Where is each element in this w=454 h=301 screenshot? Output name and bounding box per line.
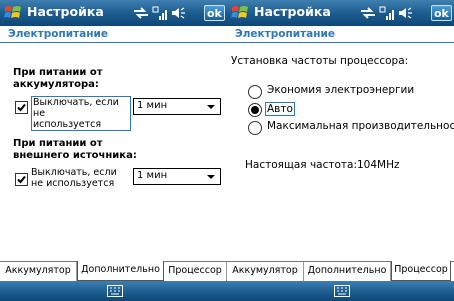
radio-power-saving[interactable] <box>248 85 262 99</box>
current-frequency: Настоящая частота:104MHz <box>245 159 400 171</box>
windows-start-icon[interactable] <box>230 3 250 23</box>
radio-max-performance[interactable] <box>248 121 262 135</box>
dropdown-arrow-icon <box>207 175 215 179</box>
battery-timeout-select[interactable]: 1 мин <box>133 98 221 115</box>
radio-max-performance-label[interactable]: Максимальная производительность <box>267 120 454 132</box>
external-off-label-line1: Выключать, если <box>31 167 117 178</box>
external-heading-line1: При питании от <box>13 138 103 149</box>
external-off-label[interactable]: Выключать, если не используется <box>31 167 131 189</box>
dropdown-arrow-icon <box>207 105 215 109</box>
signal-strength-icon[interactable] <box>379 5 395 21</box>
ok-button[interactable]: ok <box>431 5 452 21</box>
cpu-frequency-label: Установка частоты процессора: <box>231 55 409 67</box>
tab-advanced[interactable]: Дополнительно <box>77 261 164 281</box>
page-header: Электропитание <box>227 26 454 43</box>
tab-bar: Аккумулятор Дополнительно Процессор <box>0 261 227 281</box>
screen-power-processor: Настройка ok Электропитание Установка ча… <box>227 0 454 301</box>
page-title: Электропитание <box>235 28 335 40</box>
volume-icon[interactable] <box>397 5 413 21</box>
header-divider <box>0 42 227 43</box>
screen-power-advanced: Настройка ok Электропитание При питании … <box>0 0 227 301</box>
radio-auto-label[interactable]: Авто <box>265 102 295 116</box>
tab-battery[interactable]: Аккумулятор <box>227 262 304 281</box>
battery-off-label[interactable]: Выключать, если не используется <box>31 96 131 131</box>
window-title: Настройка <box>27 4 104 19</box>
battery-off-label-line1: Выключать, если не <box>33 97 119 119</box>
tab-battery[interactable]: Аккумулятор <box>0 262 77 281</box>
external-off-label-line2: не используется <box>31 178 115 189</box>
battery-heading-line2: аккумулятора: <box>13 79 99 90</box>
header-divider <box>227 42 454 43</box>
tab-advanced[interactable]: Дополнительно <box>304 262 391 281</box>
battery-off-checkbox[interactable] <box>15 101 28 114</box>
radio-auto[interactable] <box>248 103 262 117</box>
title-bar: Настройка ok <box>0 0 227 26</box>
tab-bar: Аккумулятор Дополнительно Процессор <box>227 261 454 281</box>
signal-strength-icon[interactable] <box>152 5 168 21</box>
battery-off-label-line2: используется <box>33 119 102 130</box>
radio-power-saving-label[interactable]: Экономия электроэнергии <box>267 84 414 96</box>
title-bar: Настройка ok <box>227 0 454 26</box>
check-icon <box>17 103 26 112</box>
menu-bar <box>0 281 227 301</box>
tab-processor[interactable]: Процессор <box>391 261 451 281</box>
page-title: Электропитание <box>8 28 108 40</box>
windows-start-icon[interactable] <box>3 3 23 23</box>
external-heading-line2: внешнего источника: <box>13 150 137 161</box>
external-off-checkbox[interactable] <box>15 173 28 186</box>
tab-processor[interactable]: Процессор <box>164 262 227 281</box>
menu-bar <box>227 281 454 301</box>
battery-heading: При питании от аккумулятора: <box>13 67 103 91</box>
connectivity-icon[interactable] <box>359 5 377 21</box>
battery-timeout-value: 1 мин <box>137 100 168 111</box>
ok-button[interactable]: ok <box>204 5 225 21</box>
keyboard-icon[interactable] <box>107 285 123 297</box>
volume-icon[interactable] <box>170 5 186 21</box>
connectivity-icon[interactable] <box>132 5 150 21</box>
external-timeout-value: 1 мин <box>137 170 168 181</box>
external-heading: При питании от внешнего источника: <box>13 138 137 162</box>
page-header: Электропитание <box>0 26 227 43</box>
window-title: Настройка <box>254 4 331 19</box>
check-icon <box>17 175 26 184</box>
external-timeout-select[interactable]: 1 мин <box>133 168 221 185</box>
keyboard-icon[interactable] <box>334 285 350 297</box>
battery-heading-line1: При питании от <box>13 67 103 78</box>
